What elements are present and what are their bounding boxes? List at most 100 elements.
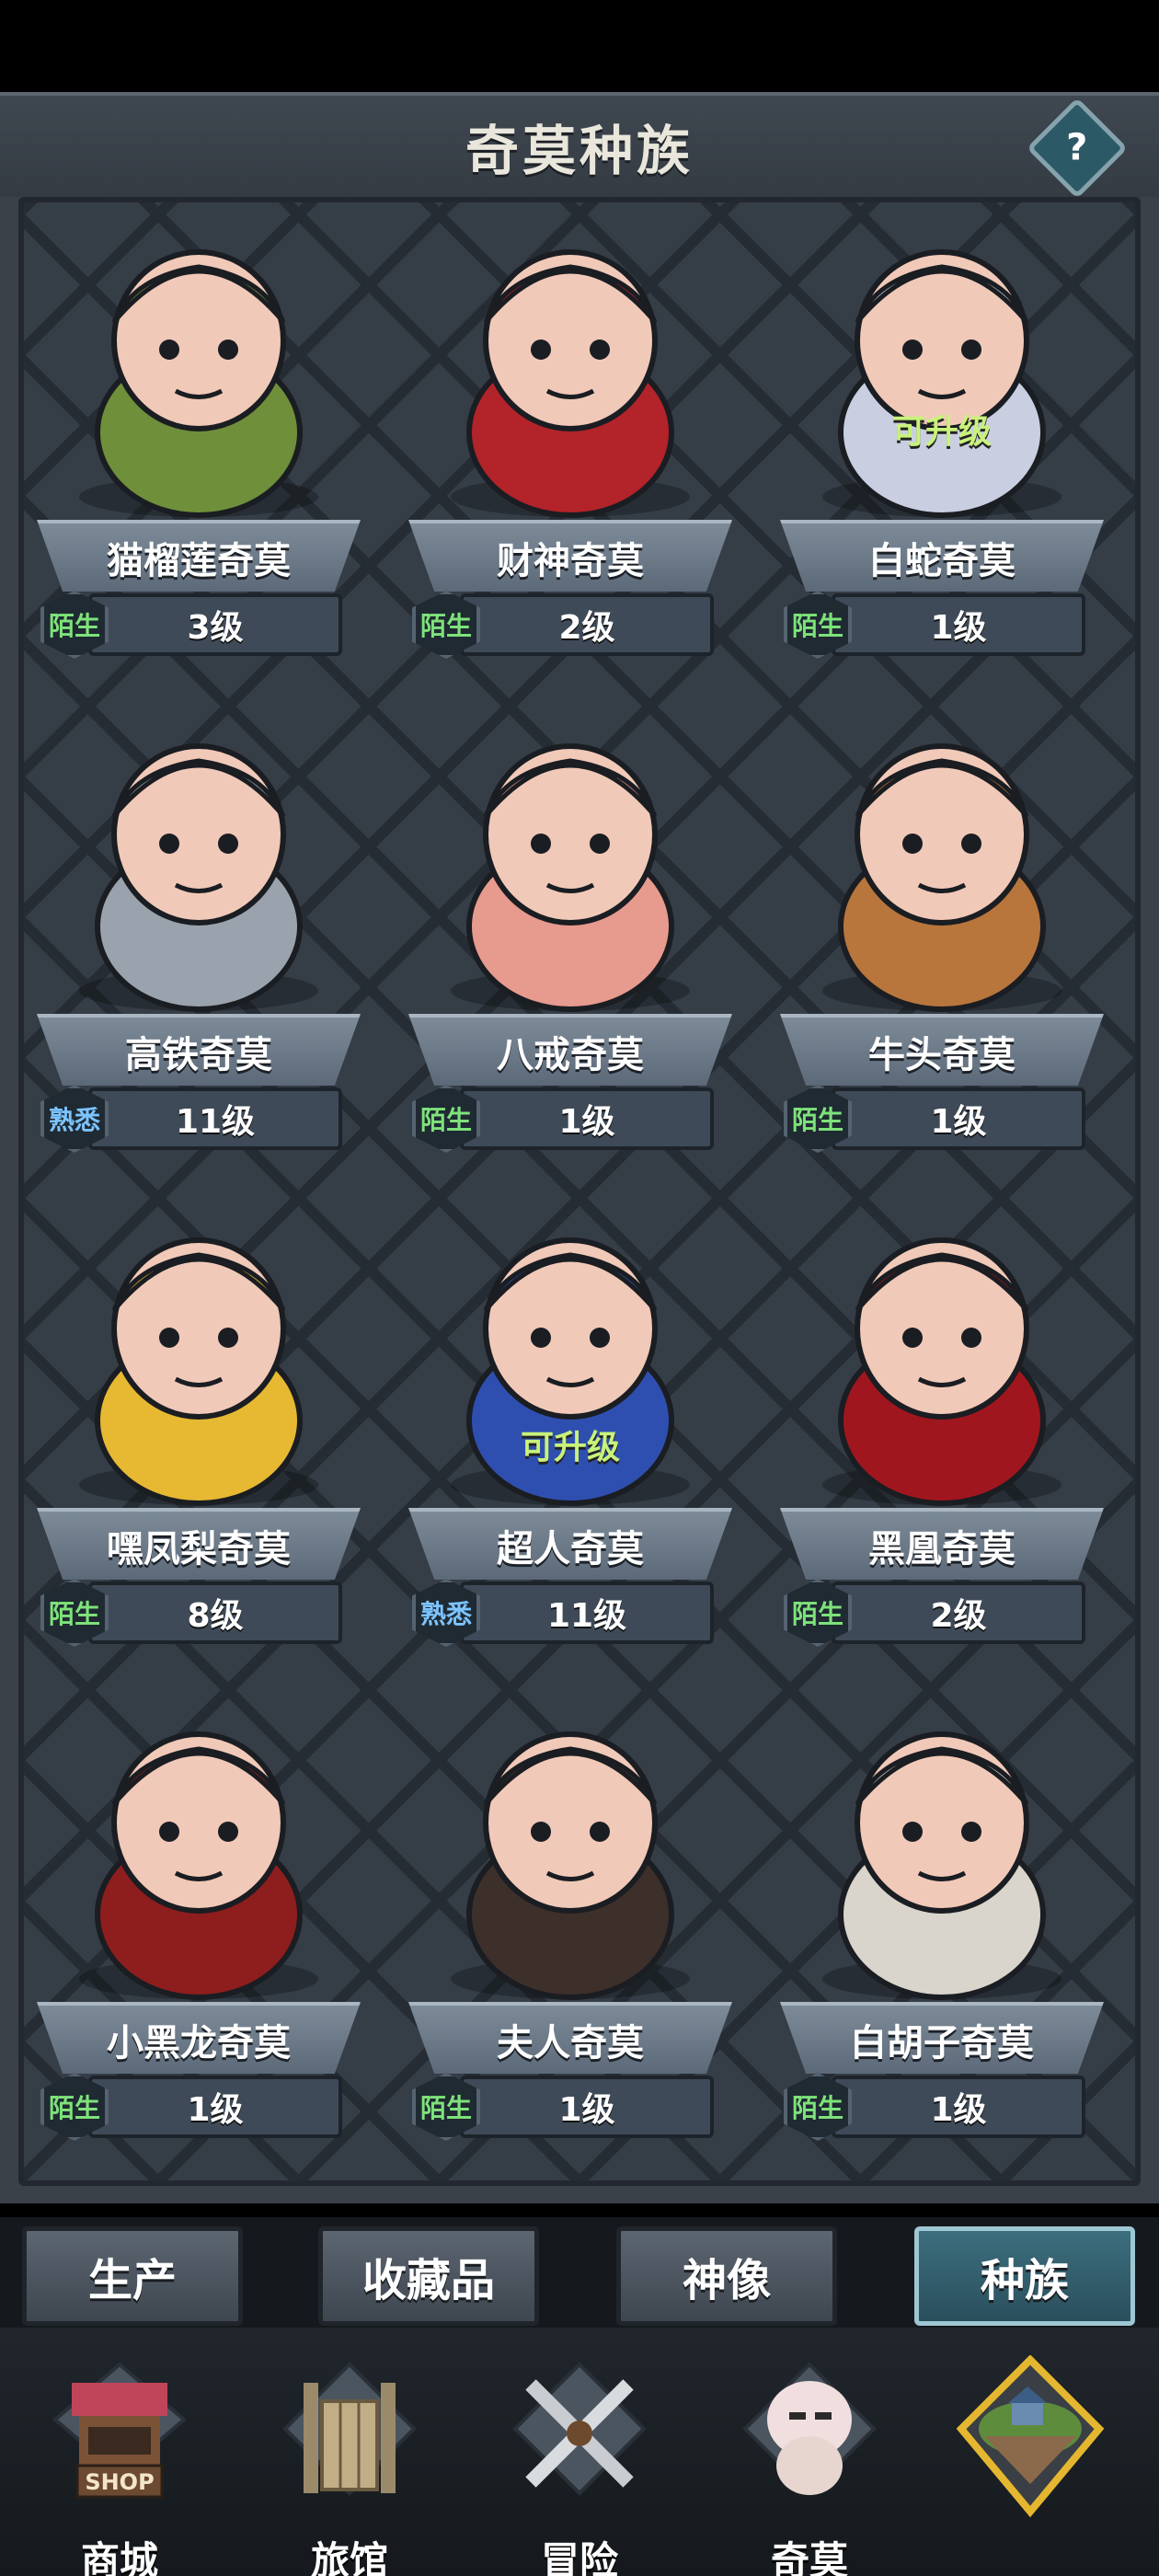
race-level: 1级 [187,2091,244,2129]
race-card[interactable]: 可升级 超人奇莫 11级 熟悉 [396,1190,745,1678]
nav-shop[interactable]: SHOP 商城 [18,2346,221,2576]
tab-production[interactable]: 生产 [22,2226,243,2326]
race-name-plate: 夫人奇莫 [408,2002,732,2074]
race-card[interactable]: 财神奇莫 2级 陌生 [396,202,745,690]
nav-qimo[interactable]: 奇莫 [708,2346,911,2576]
familiarity-text: 陌生 [791,1599,843,1629]
crossed-swords-icon [506,2355,653,2521]
race-name-plate: 财神奇莫 [408,520,732,592]
level-plate: 2级 [832,1581,1085,1644]
race-card[interactable]: 黑凰奇莫 2级 陌生 [767,1190,1117,1678]
race-grid: 猫榴莲奇莫 3级 陌生 财神奇莫 2级 陌生 可升级 白蛇奇莫 1级 陌生 高铁奇莫 11级 熟悉… [18,197,1141,2186]
familiarity-text: 陌生 [419,1105,472,1135]
familiarity-text: 陌生 [419,2093,472,2123]
race-name-plate: 八戒奇莫 [408,1014,732,1086]
nav-label: 商城 [80,2538,158,2576]
familiarity-text: 熟悉 [419,1599,472,1629]
upgrade-available-label: 可升级 [891,413,992,451]
level-plate: 1级 [832,2076,1085,2138]
race-level: 8级 [187,1597,244,1635]
race-name-plate: 高铁奇莫 [37,1014,361,1086]
race-name-plate: 小黑龙奇莫 [37,2002,361,2074]
familiarity-text: 陌生 [48,2093,100,2123]
race-level: 3级 [187,609,244,647]
level-plate: 3级 [88,593,342,656]
tab-collectibles[interactable]: 收藏品 [318,2226,539,2326]
familiarity-text: 陌生 [48,611,100,641]
tab-races[interactable]: 种族 [914,2226,1135,2326]
race-card[interactable]: 可升级 白蛇奇莫 1级 陌生 [767,202,1117,690]
familiarity-text: 陌生 [791,2093,843,2123]
race-level: 11级 [546,1597,627,1635]
familiarity-text: 陌生 [791,1105,843,1135]
shop-icon: SHOP [46,2355,193,2521]
level-plate: 2级 [460,593,714,656]
race-level: 11级 [175,1103,256,1141]
familiarity-text: 陌生 [48,1599,100,1629]
race-name: 嘿凤梨奇莫 [107,1528,291,1570]
race-level: 1级 [930,609,987,647]
race-name-plate: 黑凰奇莫 [780,1508,1104,1580]
race-name: 白胡子奇莫 [850,2022,1034,2064]
tab-label: 收藏品 [361,2255,495,2306]
race-name: 八戒奇莫 [497,1034,644,1076]
race-card[interactable]: 猫榴莲奇莫 3级 陌生 [24,202,373,690]
level-plate: 1级 [88,2076,342,2138]
race-name: 财神奇莫 [497,540,644,582]
level-plate: 11级 [460,1581,714,1644]
tab-statues[interactable]: 神像 [616,2226,837,2326]
god-of-wealth-portrait-icon [423,221,717,524]
race-level: 1级 [930,2091,987,2129]
race-name: 超人奇莫 [497,1528,644,1570]
durian-cat-portrait-icon [52,221,346,524]
race-window: 奇莫种族 ? 猫榴莲奇莫 3级 陌生 财神奇莫 2级 陌生 可升级 白蛇奇莫 1级 陌生 高铁… [0,92,1159,2203]
pineapple-portrait-icon [52,1209,346,1512]
page-title: 奇莫种族 [465,120,694,182]
level-plate: 1级 [460,2076,714,2138]
race-name: 小黑龙奇莫 [107,2022,291,2064]
race-card[interactable]: 牛头奇莫 1级 陌生 [767,696,1117,1184]
nav-label: 奇莫 [770,2538,848,2576]
lady-portrait-icon [423,1703,717,2007]
race-name-plate: 嘿凤梨奇莫 [37,1508,361,1580]
pig-portrait-icon [423,715,717,1018]
black-dragon-portrait-icon [52,1703,346,2007]
race-name: 白蛇奇莫 [868,540,1016,582]
level-plate: 1级 [832,1087,1085,1150]
race-level: 1级 [558,2091,615,2129]
level-plate: 1级 [832,593,1085,656]
race-card[interactable]: 八戒奇莫 1级 陌生 [396,696,745,1184]
race-name: 夫人奇莫 [497,2022,644,2064]
race-name: 猫榴莲奇莫 [107,540,291,582]
whitebeard-portrait-icon [795,1703,1089,2007]
race-card[interactable]: 高铁奇莫 11级 熟悉 [24,696,373,1184]
tab-label: 神像 [682,2255,771,2306]
level-plate: 11级 [88,1087,342,1150]
race-card[interactable]: 白胡子奇莫 1级 陌生 [767,1685,1117,2172]
nav-island[interactable] [929,2346,1131,2576]
race-name-plate: 猫榴莲奇莫 [37,520,361,592]
qimo-character-icon [736,2355,883,2521]
nav-label: 冒险 [540,2538,618,2576]
nav-inn[interactable]: 旅馆 [248,2346,451,2576]
race-name: 牛头奇莫 [868,1034,1016,1076]
race-name-plate: 白胡子奇莫 [780,2002,1104,2074]
race-name-plate: 超人奇莫 [408,1508,732,1580]
category-tab-bar: 生产 收藏品 神像 种族 [0,2217,1159,2328]
white-snake-portrait-icon [795,221,1089,524]
race-name-plate: 牛头奇莫 [780,1014,1104,1086]
tab-label: 种族 [980,2255,1069,2306]
dark-phoenix-portrait-icon [795,1209,1089,1512]
race-card[interactable]: 小黑龙奇莫 1级 陌生 [24,1685,373,2172]
nav-adventure[interactable]: 冒险 [478,2346,681,2576]
race-name: 高铁奇莫 [125,1034,272,1076]
shop-sign: SHOP [85,2469,154,2495]
nav-label: 旅馆 [310,2538,388,2576]
help-button[interactable]: ? [1026,97,1129,200]
race-card[interactable]: 夫人奇莫 1级 陌生 [396,1685,745,2172]
bottom-nav: SHOP 商城 旅馆 冒险 奇莫 [0,2328,1159,2576]
inn-gate-icon [276,2355,423,2521]
tab-label: 生产 [87,2255,177,2306]
race-card[interactable]: 嘿凤梨奇莫 8级 陌生 [24,1190,373,1678]
bullet-train-portrait-icon [52,715,346,1018]
